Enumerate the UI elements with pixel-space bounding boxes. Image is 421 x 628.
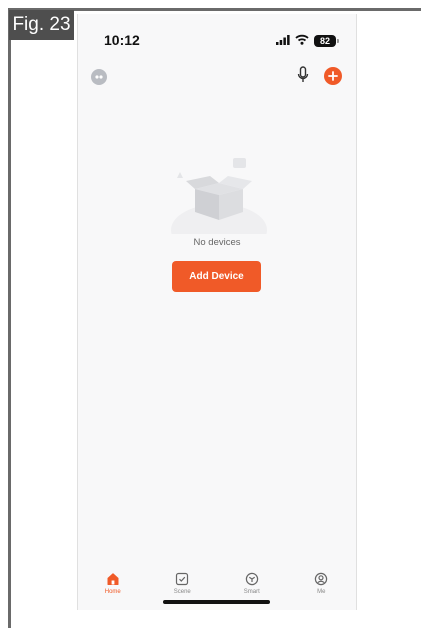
status-time: 10:12	[104, 32, 140, 48]
tab-label: Smart	[243, 589, 260, 595]
battery-indicator: 82	[314, 35, 339, 47]
tab-label: Home	[104, 589, 121, 595]
figure-label: Fig. 23	[9, 10, 74, 40]
smart-icon	[245, 572, 258, 586]
profile-icon	[315, 572, 328, 586]
home-indicator[interactable]	[163, 600, 270, 604]
add-device-button[interactable]: Add Device	[172, 261, 261, 292]
microphone-icon[interactable]	[296, 66, 310, 89]
bottom-tab-bar: Home Scene Smart Me	[78, 572, 356, 600]
wifi-icon	[295, 32, 309, 50]
signal-icon	[276, 32, 290, 50]
figure-frame-left	[8, 8, 11, 628]
tab-scene[interactable]: Scene	[157, 572, 207, 600]
add-button[interactable]	[324, 67, 342, 85]
tab-label: Me	[317, 589, 326, 595]
tab-label: Scene	[173, 589, 191, 595]
tab-home[interactable]: Home	[88, 572, 138, 600]
empty-box-illustration	[164, 154, 274, 256]
avatar-icon[interactable]	[91, 69, 107, 85]
phone-screen: 10:12 82 No devices Add Device Home Scen…	[77, 14, 357, 610]
scene-icon	[176, 572, 189, 586]
plus-icon	[328, 71, 338, 81]
home-icon	[107, 573, 119, 585]
empty-state-message: No devices	[193, 237, 241, 248]
tab-smart[interactable]: Smart	[227, 572, 277, 600]
status-icons: 82	[276, 32, 339, 50]
tab-me[interactable]: Me	[296, 572, 346, 600]
